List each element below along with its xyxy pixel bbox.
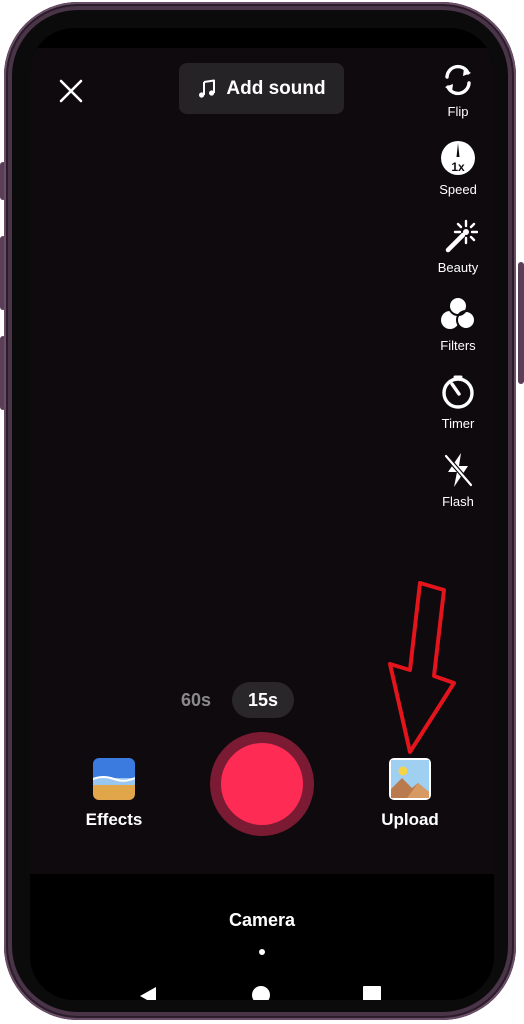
flash-label: Flash	[442, 494, 474, 509]
speed-label: Speed	[439, 182, 477, 197]
duration-option-60s[interactable]: 60s	[174, 682, 218, 718]
nav-home-icon[interactable]	[252, 986, 270, 1000]
upload-label: Upload	[381, 810, 439, 829]
record-button[interactable]	[221, 743, 303, 825]
filters-label: Filters	[440, 338, 476, 353]
beauty-label: Beauty	[437, 260, 479, 275]
timer-icon	[442, 375, 474, 409]
record-button-ring[interactable]	[210, 732, 314, 836]
flip-camera-icon	[445, 64, 471, 96]
mode-bar: Camera	[30, 874, 494, 1000]
magic-wand-icon	[445, 219, 478, 253]
filters-icon	[441, 296, 476, 330]
music-note-icon	[199, 79, 216, 98]
gallery-image-icon	[391, 760, 429, 798]
flip-label: Flip	[447, 104, 469, 119]
mode-indicator-dot	[259, 949, 265, 955]
speed-gauge-icon: 1x	[441, 141, 475, 175]
speed-button[interactable]: 1x Speed	[430, 138, 486, 208]
effects-preview-image	[93, 758, 135, 800]
flip-button[interactable]: Flip	[430, 60, 486, 130]
upload-thumbnail	[389, 758, 431, 800]
add-sound-button[interactable]: Add sound	[179, 63, 344, 114]
close-button[interactable]	[56, 76, 86, 106]
beauty-button[interactable]: Beauty	[430, 216, 486, 286]
effects-button[interactable]: Effects	[80, 758, 148, 830]
nav-recents-icon[interactable]	[363, 986, 381, 1000]
flash-off-icon	[443, 453, 474, 488]
annotation-arrow-icon	[388, 581, 456, 754]
effects-thumbnail	[93, 758, 135, 800]
flash-button[interactable]: Flash	[430, 450, 486, 520]
mode-tab-camera[interactable]: Camera	[30, 910, 494, 931]
speed-value: 1x	[451, 160, 465, 174]
camera-screen: Add sound Flip 1x Speed Beauty Filters T…	[30, 28, 494, 1000]
device-stage: Add sound Flip 1x Speed Beauty Filters T…	[0, 0, 524, 1024]
filters-button[interactable]: Filters	[430, 294, 486, 364]
duration-option-15s[interactable]: 15s	[232, 682, 294, 718]
duration-selector: 60s 15s	[170, 682, 300, 718]
effects-label: Effects	[85, 810, 143, 829]
close-icon	[59, 79, 83, 103]
nav-back-icon[interactable]	[138, 986, 158, 1000]
timer-label: Timer	[441, 416, 475, 431]
add-sound-label: Add sound	[226, 77, 326, 99]
upload-button[interactable]: Upload	[374, 758, 446, 830]
side-button-power	[518, 262, 524, 384]
timer-button[interactable]: Timer	[430, 372, 486, 442]
